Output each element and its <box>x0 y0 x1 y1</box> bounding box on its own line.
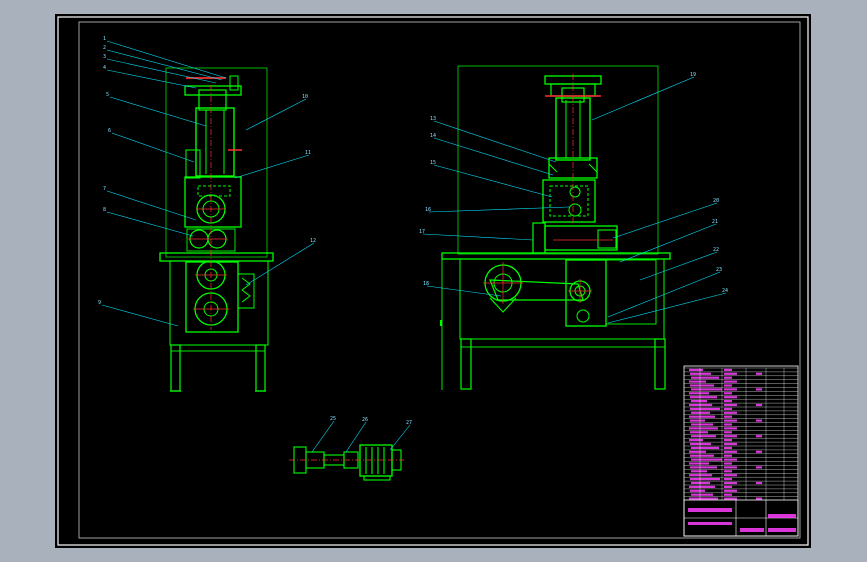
part-callout-7: 7 <box>103 186 106 192</box>
part-callout-22: 22 <box>713 247 719 253</box>
part-callout-17: 17 <box>419 229 425 235</box>
part-callout-15: 15 <box>430 160 436 166</box>
part-callout-19: 19 <box>690 72 696 78</box>
part-callout-14: 14 <box>430 133 436 139</box>
part-callout-21: 21 <box>712 219 718 225</box>
part-callout-2: 2 <box>103 45 106 51</box>
part-callout-18: 18 <box>423 281 429 287</box>
part-callout-25: 25 <box>330 416 336 422</box>
part-callout-5: 5 <box>106 92 109 98</box>
part-callout-23: 23 <box>716 267 722 273</box>
part-callout-24: 24 <box>722 288 728 294</box>
part-callout-1: 1 <box>103 36 106 42</box>
assembly-drawing: 1234567891011121314151617181920212223242… <box>55 14 811 548</box>
cad-viewport[interactable]: 1 2 3 4 5 6 7 8 9 10 11 12 13 14 15 16 17 18 19 20 21 22 23 24 2… <box>0 0 867 562</box>
part-callout-6: 6 <box>108 128 111 134</box>
part-callout-20: 20 <box>713 198 719 204</box>
part-callout-8: 8 <box>103 207 106 213</box>
part-callout-27: 27 <box>406 420 412 426</box>
part-callout-11: 11 <box>305 150 311 156</box>
part-callout-10: 10 <box>302 94 308 100</box>
part-callout-12: 12 <box>310 238 316 244</box>
part-callout-4: 4 <box>103 65 106 71</box>
part-callout-9: 9 <box>98 300 101 306</box>
part-callout-16: 16 <box>425 207 431 213</box>
part-callout-3: 3 <box>103 54 106 60</box>
part-callout-13: 13 <box>430 116 436 122</box>
part-callout-26: 26 <box>362 417 368 423</box>
